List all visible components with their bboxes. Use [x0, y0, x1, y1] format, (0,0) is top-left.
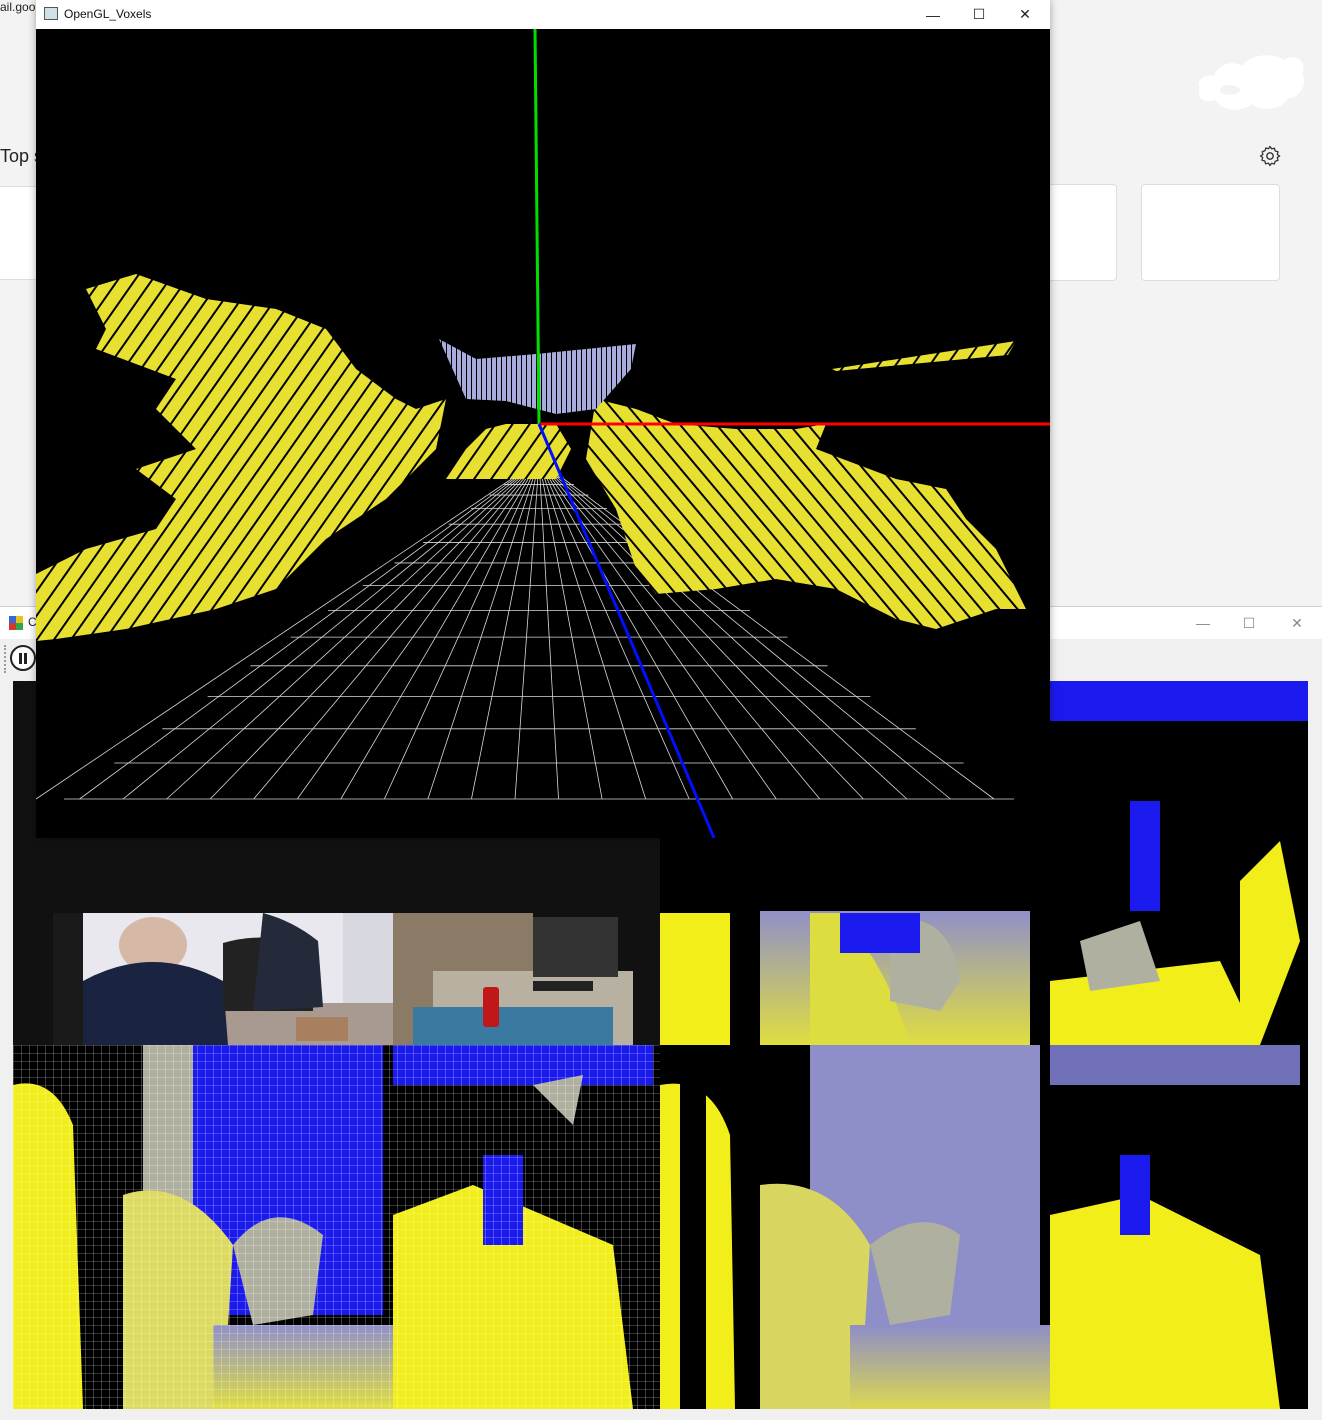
window-title: OpenGL_Voxels — [64, 7, 152, 21]
gear-icon[interactable] — [1258, 144, 1282, 168]
close-button[interactable]: ✕ — [1002, 0, 1048, 29]
maximize-button[interactable]: ☐ — [956, 0, 1002, 29]
app-icon — [9, 616, 23, 630]
opengl-voxels-window: OpenGL_Voxels — ☐ ✕ — [36, 0, 1050, 838]
minimize-button[interactable]: — — [910, 0, 956, 29]
voxel-render-canvas[interactable] — [36, 29, 1050, 838]
window-app-icon — [44, 7, 58, 20]
toolbar-grip-icon[interactable] — [4, 645, 9, 673]
gl-window-titlebar[interactable]: OpenGL_Voxels — ☐ ✕ — [36, 0, 1050, 29]
depth-map-filtered — [660, 1045, 1308, 1409]
close-button[interactable]: ✕ — [1274, 607, 1320, 639]
url-fragment[interactable]: ail.goo — [0, 0, 35, 14]
top-site-tile[interactable] — [1141, 184, 1280, 281]
cloud-blob-logo — [1198, 55, 1305, 110]
maximize-button[interactable]: ☐ — [1226, 607, 1272, 639]
pause-icon — [19, 652, 22, 664]
depth-map-grid-overlay — [13, 1045, 660, 1409]
minimize-button[interactable]: — — [1180, 607, 1226, 639]
top-site-tile[interactable] — [1040, 184, 1117, 281]
pause-button[interactable] — [10, 645, 36, 671]
